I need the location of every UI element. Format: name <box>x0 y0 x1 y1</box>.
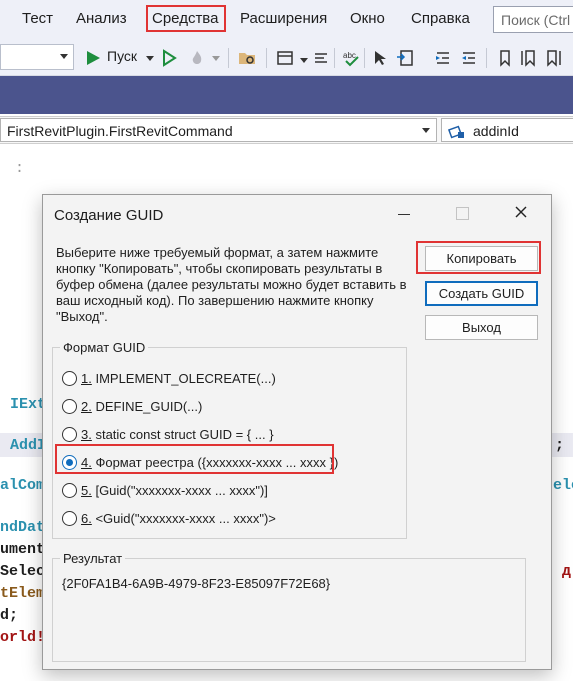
play-icon[interactable] <box>84 49 102 67</box>
option-number: 5. <box>81 483 92 498</box>
toolbar-separator <box>228 48 229 68</box>
code-fragment: ument <box>0 541 46 558</box>
radio-button[interactable] <box>62 483 77 498</box>
dialog-description: Выберите ниже требуемый формат, а затем … <box>56 245 407 324</box>
search-placeholder: Поиск (Ctrl <box>501 12 571 28</box>
outdent-icon[interactable] <box>460 49 478 67</box>
editor-navigation-bar: FirstRevitPlugin.FirstRevitCommand addin… <box>0 116 573 144</box>
svg-text:abc: abc <box>343 51 356 60</box>
code-fragment: ; <box>555 437 565 454</box>
next-bookmark-icon[interactable] <box>544 49 562 67</box>
member-dropdown-value: addinId <box>473 123 519 139</box>
toolbar-separator <box>334 48 335 68</box>
bookmark-icon[interactable] <box>496 49 514 67</box>
code-fragment: IExt <box>10 396 47 413</box>
menu-item-analysis[interactable]: Анализ <box>76 10 127 27</box>
field-lock-icon <box>448 125 464 139</box>
code-fragment: AddI <box>10 437 47 454</box>
maximize-icon <box>456 207 469 220</box>
create-guid-dialog: Создание GUID Выберите ниже требуемый фо… <box>42 194 552 670</box>
dialog-title: Создание GUID <box>54 207 164 224</box>
exit-button[interactable]: Выход <box>425 315 538 340</box>
option-number: 6. <box>81 511 92 526</box>
hot-reload-icon <box>192 51 202 64</box>
chevron-down-icon[interactable] <box>146 49 154 67</box>
close-icon[interactable] <box>513 204 529 220</box>
cursor-select-icon[interactable] <box>372 49 390 67</box>
chevron-down-icon[interactable] <box>300 49 308 67</box>
collapse-guide: : <box>15 160 25 177</box>
code-fragment: alCom <box>0 477 46 494</box>
chevron-down-icon <box>60 54 68 59</box>
configuration-combo[interactable] <box>0 44 74 70</box>
option-number: 1. <box>81 371 92 386</box>
toolbar: abc <box>0 40 573 76</box>
code-fragment: orld! <box>0 629 46 646</box>
result-group <box>52 558 526 662</box>
window-layout-icon[interactable] <box>276 49 294 67</box>
start-without-debug-icon[interactable] <box>160 49 178 67</box>
folder-search-icon[interactable] <box>238 49 256 67</box>
menu-item-window[interactable]: Окно <box>350 10 385 27</box>
radio-button[interactable] <box>62 427 77 442</box>
toolbar-separator <box>486 48 487 68</box>
option-label: [Guid("xxxxxxx-xxxx ... xxxx")] <box>91 483 268 498</box>
type-dropdown[interactable]: FirstRevitPlugin.FirstRevitCommand <box>0 118 437 142</box>
radio-button[interactable] <box>62 511 77 526</box>
search-input[interactable]: Поиск (Ctrl <box>493 6 573 33</box>
guid-format-label: Формат GUID <box>60 340 149 355</box>
spell-check-icon[interactable]: abc <box>342 49 360 67</box>
align-icon[interactable] <box>312 49 330 67</box>
tools-menu-highlight <box>146 5 226 32</box>
menu-item-extensions[interactable]: Расширения <box>240 10 327 27</box>
code-fragment: ndDat <box>0 519 46 536</box>
previous-bookmark-icon[interactable] <box>520 49 538 67</box>
menu-item-help[interactable]: Справка <box>411 10 470 27</box>
type-dropdown-value: FirstRevitPlugin.FirstRevitCommand <box>7 123 233 139</box>
toolbar-separator <box>266 48 267 68</box>
create-guid-button[interactable]: Создать GUID <box>425 281 538 306</box>
code-fragment: tElem <box>0 585 46 602</box>
member-dropdown[interactable]: addinId <box>441 118 573 142</box>
document-tab-strip <box>0 76 573 114</box>
indent-icon[interactable] <box>434 49 452 67</box>
option-label: <Guid("xxxxxxx-xxxx ... xxxx")> <box>91 511 276 526</box>
menu-bar: Тест Анализ Средства Расширения Окно Спр… <box>0 0 573 40</box>
toolbar-separator <box>364 48 365 68</box>
radio-button[interactable] <box>62 371 77 386</box>
copy-arrow-icon[interactable] <box>396 49 414 67</box>
menu-item-test[interactable]: Тест <box>22 10 53 27</box>
code-fragment: ele <box>553 477 573 494</box>
result-label: Результат <box>60 551 126 566</box>
code-fragment: d; <box>0 607 19 624</box>
minimize-icon[interactable] <box>398 214 410 215</box>
chevron-down-icon <box>422 128 430 133</box>
option-label: IMPLEMENT_OLECREATE(...) <box>91 371 276 386</box>
registry-format-highlight <box>55 444 334 474</box>
option-number: 3. <box>81 427 92 442</box>
radio-button[interactable] <box>62 399 77 414</box>
code-fragment: д <box>562 563 572 580</box>
code-fragment: Selec <box>0 563 46 580</box>
chevron-down-icon <box>212 56 220 61</box>
copy-button-highlight <box>416 241 541 274</box>
option-label: static const struct GUID = { ... } <box>91 427 274 442</box>
option-number: 2. <box>81 399 92 414</box>
option-label: DEFINE_GUID(...) <box>91 399 203 414</box>
run-button-label[interactable]: Пуск <box>107 48 137 64</box>
result-guid-value[interactable]: {2F0FA1B4-6A9B-4979-8F23-E85097F72E68} <box>62 576 330 591</box>
